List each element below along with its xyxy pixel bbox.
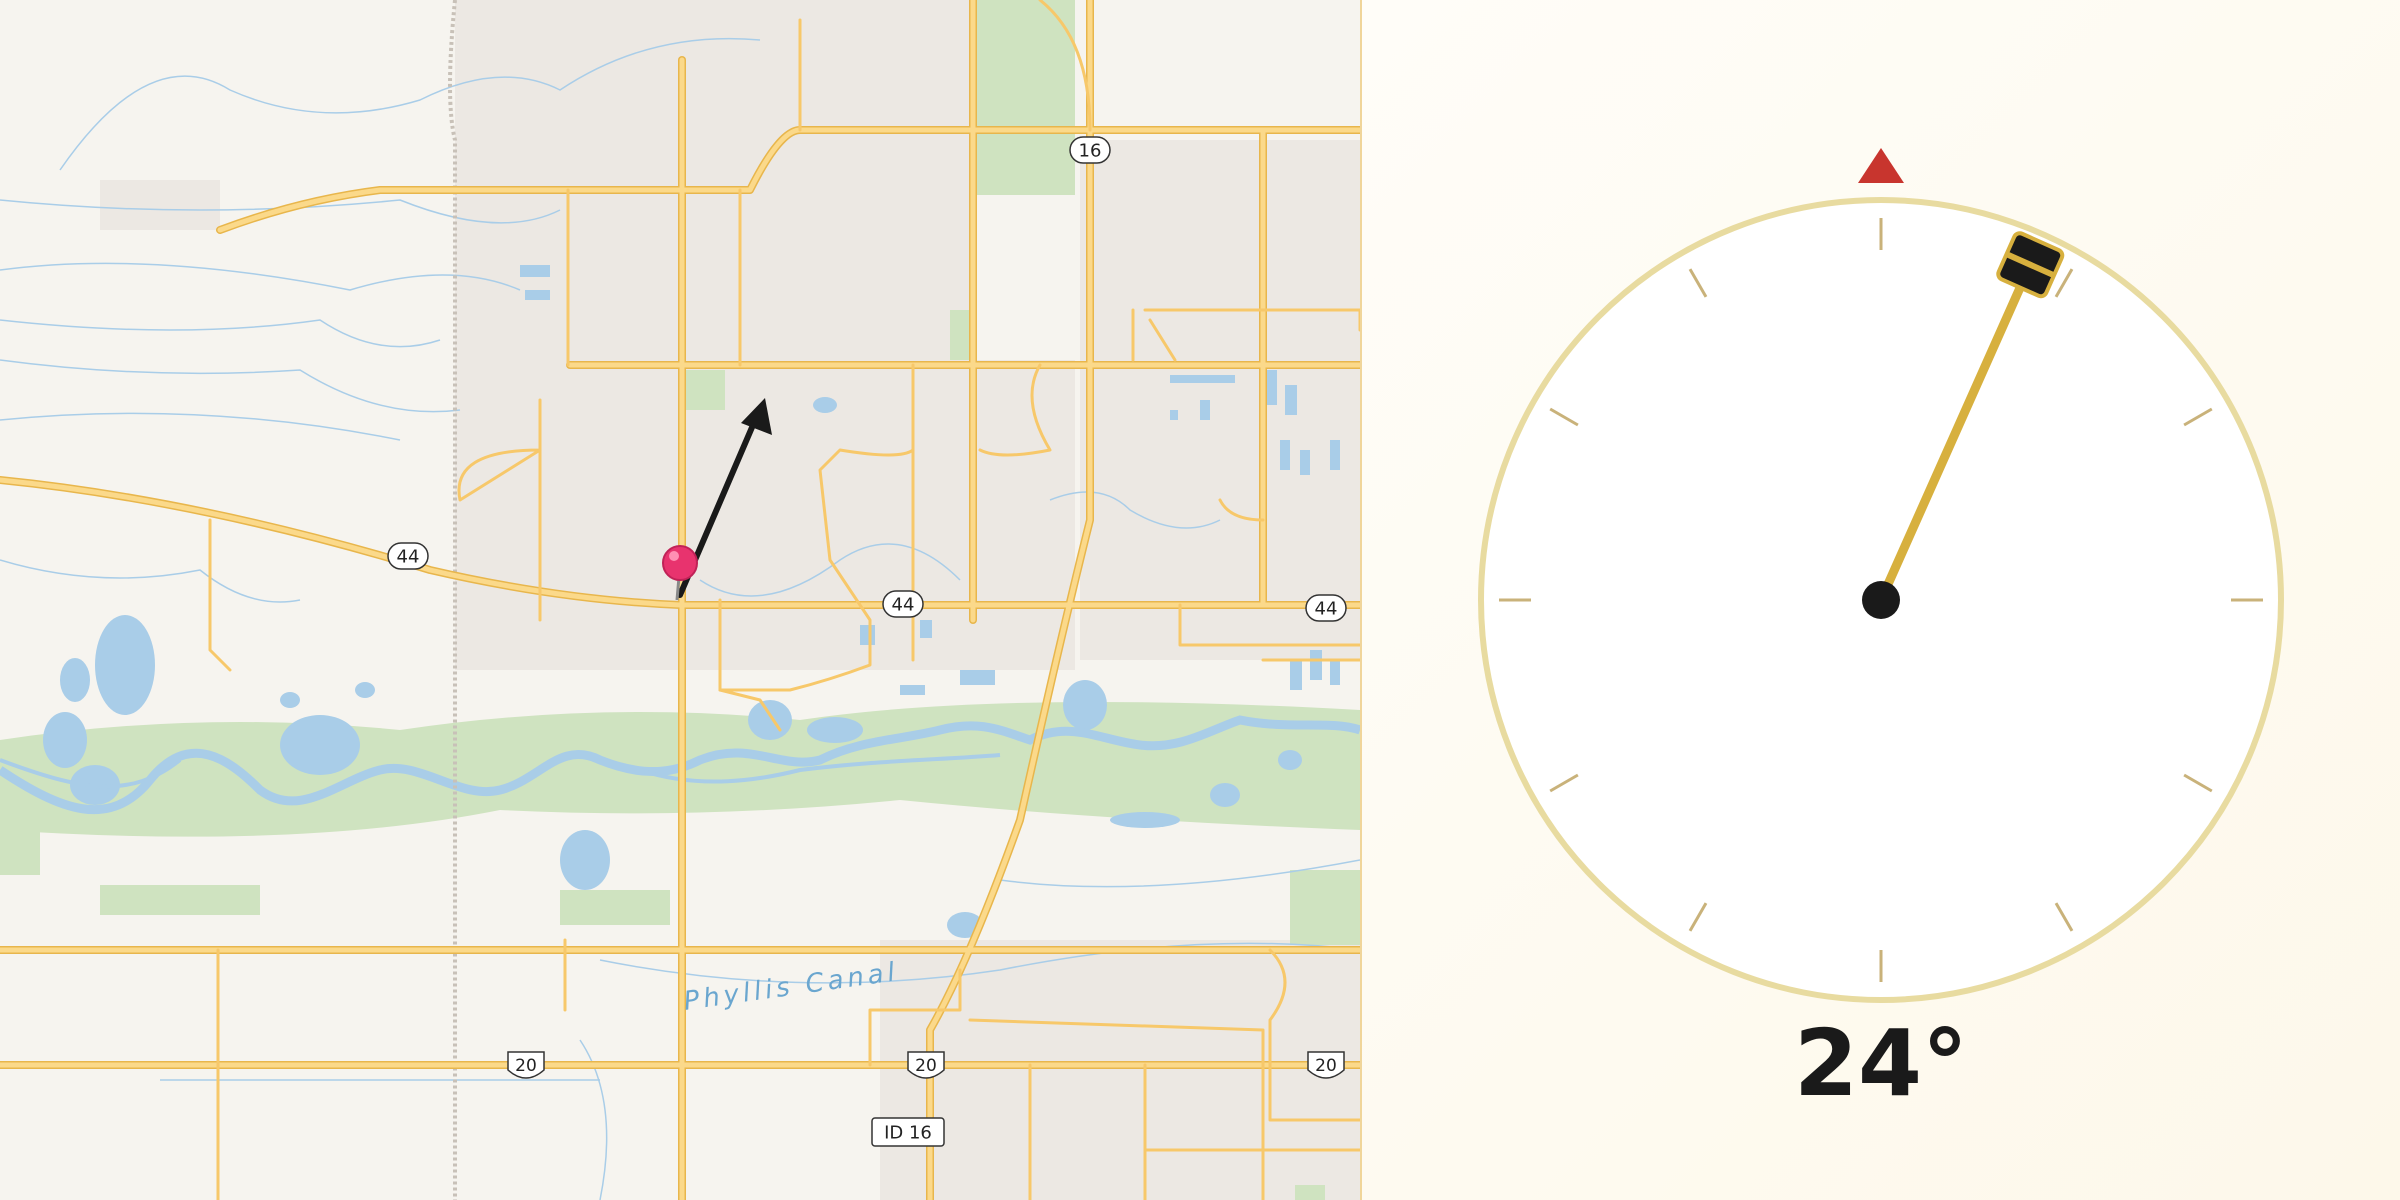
urban-areas — [100, 0, 1360, 1200]
svg-text:20: 20 — [515, 1056, 537, 1076]
svg-text:44: 44 — [892, 595, 915, 616]
route-shield-id16: ID 16 — [871, 1117, 945, 1147]
compass-panel: 24° — [1362, 0, 2400, 1200]
route-shield-us20-west: 20 — [507, 1051, 545, 1079]
route-shield-44-center: 44 — [882, 590, 924, 618]
route-shield-44-west: 44 — [387, 542, 429, 570]
svg-text:44: 44 — [397, 547, 420, 568]
svg-text:20: 20 — [1315, 1056, 1337, 1076]
map-canvas: 16 44 44 44 20 20 20 ID 16 Phyllis Canal — [0, 0, 1360, 1200]
compass-hub — [1862, 581, 1900, 619]
route-shield-us20-center: 20 — [907, 1051, 945, 1079]
map-view[interactable]: 16 44 44 44 20 20 20 ID 16 Phyllis Canal — [0, 0, 1362, 1200]
svg-text:20: 20 — [915, 1056, 937, 1076]
railroad — [448, 0, 457, 1200]
canal-label: Phyllis Canal — [682, 957, 901, 1017]
svg-text:44: 44 — [1315, 599, 1338, 620]
route-shield-16-north: 16 — [1069, 136, 1111, 164]
route-shield-44-east: 44 — [1305, 594, 1347, 622]
north-marker-icon — [1858, 148, 1904, 183]
svg-text:ID 16: ID 16 — [884, 1123, 932, 1144]
route-shield-us20-east: 20 — [1307, 1051, 1345, 1079]
svg-text:16: 16 — [1079, 141, 1102, 162]
heading-readout: 24° — [1793, 1010, 1969, 1117]
